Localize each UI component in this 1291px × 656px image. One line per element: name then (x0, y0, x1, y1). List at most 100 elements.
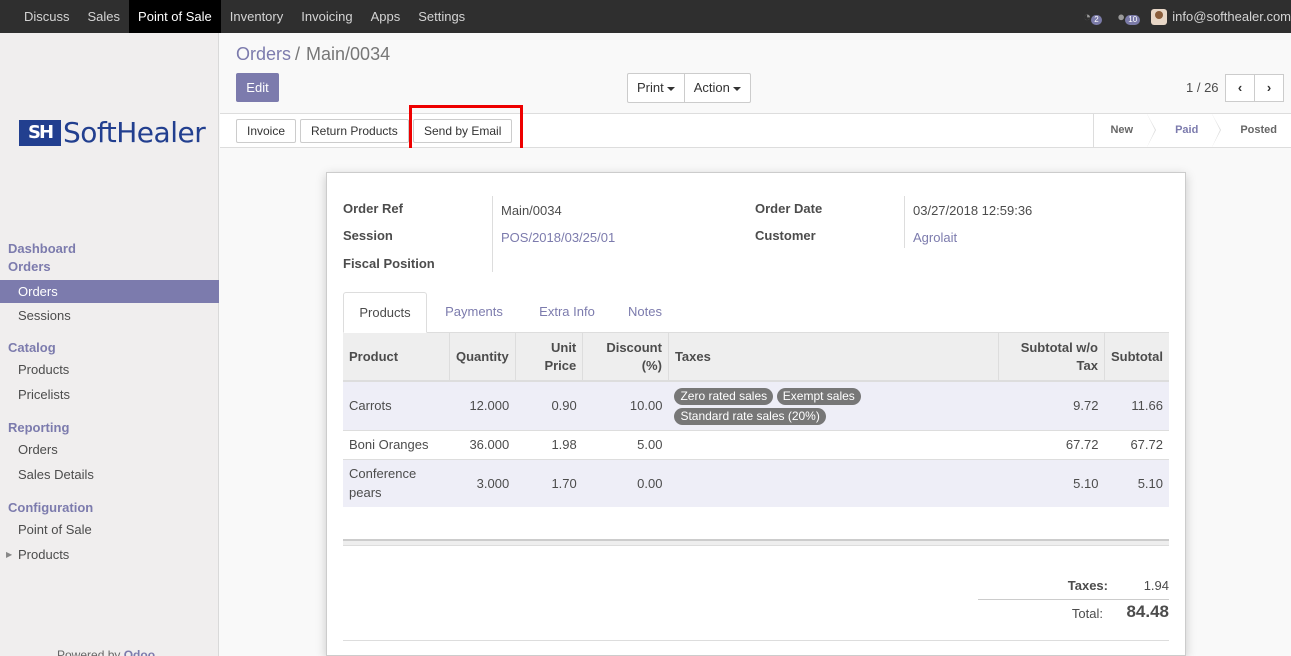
caret-right-icon: ▶ (6, 550, 13, 559)
sidebar-head-catalog[interactable]: Catalog (0, 339, 219, 357)
sidebar-item-point-of-sale[interactable]: Point of Sale (0, 517, 219, 542)
totals-divider (978, 599, 1169, 600)
cell-product: Conference pears (343, 458, 450, 507)
top-navbar: Discuss Sales Point of Sale Inventory In… (0, 0, 1291, 33)
sidebar-head-orders[interactable]: Orders (0, 258, 219, 276)
cell-subtotal: 67.72 (1104, 429, 1169, 459)
sidebar: SH SoftHealer Dashboard Orders Orders Se… (0, 33, 219, 656)
column-subtotal-wo-tax[interactable]: Subtotal w/o Tax (998, 333, 1105, 382)
menu-point-of-sale[interactable]: Point of Sale (129, 0, 221, 33)
edit-button[interactable]: Edit (236, 73, 279, 102)
sidebar-actions: Print Action (627, 73, 751, 103)
sidebar-item-products[interactable]: Products (0, 357, 219, 382)
invoice-button[interactable]: Invoice (236, 119, 297, 143)
column-label: Product (349, 348, 399, 364)
sidebar-item-sales-details[interactable]: Sales Details (0, 462, 219, 487)
column-discount[interactable]: Discount (%) (582, 333, 669, 382)
taxes-value: 1.94 (1143, 578, 1169, 593)
order-ref-label: Order Ref (343, 201, 403, 216)
pager-previous-button[interactable]: ‹ (1225, 74, 1255, 102)
customer-link[interactable]: Agrolait (913, 230, 957, 245)
messages-icon[interactable]: ● 10 (1117, 7, 1143, 27)
menu-invoicing[interactable]: Invoicing (292, 0, 361, 33)
menu-settings[interactable]: Settings (409, 0, 474, 33)
tab-products[interactable]: Products (343, 292, 427, 333)
sidebar-item-sessions[interactable]: Sessions (0, 303, 219, 328)
column-subtotal[interactable]: Subtotal (1104, 333, 1169, 382)
column-label: Taxes (674, 348, 711, 364)
pager-value[interactable]: 1 / 26 (1186, 80, 1219, 95)
cell-quantity: 3.000 (449, 458, 516, 507)
return-products-button[interactable]: Return Products (300, 119, 409, 143)
sidebar-head-configuration[interactable]: Configuration (0, 499, 219, 517)
notebook-tabs: Products Payments Extra Info Notes (343, 292, 1169, 333)
cell-taxes (668, 429, 999, 459)
logo-mark: SH (19, 119, 61, 146)
table-row[interactable]: Conference pears 3.000 1.70 0.00 5.10 5.1… (343, 458, 1169, 507)
order-lines-table: Product Quantity Unit Price Discount (%) T… (343, 333, 1169, 507)
column-quantity[interactable]: Quantity (449, 333, 516, 382)
menu-apps[interactable]: Apps (362, 0, 410, 33)
column-taxes[interactable]: Taxes (668, 333, 999, 382)
table-header-row: Product Quantity Unit Price Discount (%) T… (343, 333, 1169, 382)
column-label: Subtotal w/o (1020, 339, 1098, 355)
tab-payments[interactable]: Payments (433, 292, 515, 333)
field-divider (904, 196, 905, 248)
breadcrumb-orders[interactable]: Orders (236, 44, 291, 64)
sidebar-item-orders[interactable]: Orders (0, 280, 219, 303)
action-dropdown[interactable]: Action (685, 74, 750, 102)
column-unit-price[interactable]: Unit Price (515, 333, 584, 382)
menu-discuss[interactable]: Discuss (15, 0, 79, 33)
fiscal-position-label: Fiscal Position (343, 256, 435, 271)
table-row[interactable]: Boni Oranges 36.000 1.98 5.00 67.72 67.7… (343, 429, 1169, 459)
table-row[interactable]: Carrots 12.000 0.90 10.00 Zero rated sal… (343, 380, 1169, 430)
pager-next-button[interactable]: › (1254, 74, 1284, 102)
sidebar-item-label: Products (18, 547, 70, 562)
stage-new[interactable]: New (1094, 114, 1156, 147)
breadcrumb-separator: / (295, 44, 301, 64)
powered-by-brand[interactable]: Odoo (124, 648, 155, 656)
sidebar-item-report-orders[interactable]: Orders (0, 437, 219, 462)
tab-notes[interactable]: Notes (617, 292, 673, 333)
print-dropdown[interactable]: Print (628, 74, 685, 102)
stage-paid[interactable]: Paid (1147, 114, 1222, 147)
action-label: Action (693, 80, 730, 95)
menu-inventory[interactable]: Inventory (221, 0, 292, 33)
status-stages: New Paid Posted (1093, 114, 1291, 147)
cell-product-line: Conference (349, 466, 417, 482)
cell-subtotal-wo-tax: 67.72 (998, 429, 1105, 459)
activity-count-badge: 2 (1091, 14, 1102, 25)
column-product[interactable]: Product (343, 333, 450, 382)
highlight-box (409, 105, 523, 153)
sidebar-item-config-products[interactable]: ▶ Products (0, 542, 219, 567)
cell-subtotal: 5.10 (1104, 458, 1169, 507)
cell-discount: 10.00 (582, 380, 669, 430)
column-label: (%) (641, 357, 662, 373)
breadcrumb-current: Main/0034 (306, 44, 391, 64)
form-statusbar: Invoice Return Products Send by Email Ne… (220, 113, 1291, 148)
tax-tag: Zero rated sales (674, 387, 774, 405)
company-logo: SH SoftHealer (19, 116, 206, 149)
cell-discount: 5.00 (582, 429, 669, 459)
tab-extra-info[interactable]: Extra Info (523, 292, 611, 333)
user-menu[interactable]: info@softhealer.com (1172, 9, 1291, 24)
cell-unit-price: 1.70 (515, 458, 583, 507)
order-ref-value: Main/0034 (501, 203, 562, 218)
message-count-badge: 10 (1125, 14, 1141, 25)
activity-icon[interactable]: ◔ 2 (1083, 7, 1109, 27)
chat-bubble-icon: ● (1117, 8, 1126, 24)
clock-icon: ◔ (1083, 8, 1092, 24)
sidebar-head-dashboard[interactable]: Dashboard (0, 240, 219, 258)
stage-posted[interactable]: Posted (1212, 114, 1291, 147)
sheet-divider (343, 640, 1169, 641)
sidebar-orders-section: Orders Sessions (0, 280, 219, 328)
powered-by: Powered by Odoo (57, 648, 155, 656)
sidebar-head-reporting[interactable]: Reporting (0, 419, 219, 437)
user-avatar[interactable] (1151, 8, 1168, 25)
sidebar-item-pricelists[interactable]: Pricelists (0, 382, 219, 407)
menu-sales[interactable]: Sales (79, 0, 130, 33)
session-link[interactable]: POS/2018/03/25/01 (501, 230, 615, 245)
table-footer (343, 539, 1169, 546)
cell-subtotal-wo-tax: 5.10 (998, 458, 1105, 507)
order-date-label: Order Date (755, 201, 823, 216)
